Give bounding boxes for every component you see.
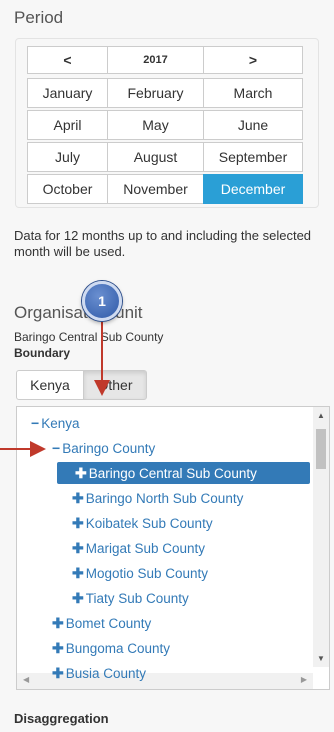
tree-vertical-scrollbar[interactable]: ▲ ▼ [313,407,329,667]
tree-node-label[interactable]: Bomet County [66,616,152,631]
tree-node[interactable]: − Kenya [17,412,79,434]
expand-icon[interactable]: ✚ [72,565,84,582]
tree-node[interactable]: ✚ Koibatek Sub County [17,512,213,534]
expand-icon[interactable]: ✚ [72,590,84,607]
tree-node[interactable]: ✚ Bomet County [17,612,151,634]
expand-icon[interactable]: ✚ [72,490,84,507]
chevron-left-icon: < [63,52,72,68]
month-february-button[interactable]: February [107,78,204,108]
tree-node[interactable]: ✚ Mogotio Sub County [17,562,208,584]
month-july-button[interactable]: July [27,142,108,172]
tree-node-label[interactable]: Baringo Central Sub County [89,466,257,481]
tree-node-label[interactable]: Koibatek Sub County [86,516,213,531]
org-unit-title: Organisation unit [14,303,143,322]
scrollbar-thumb[interactable] [316,429,326,469]
tree-node-label[interactable]: Mogotio Sub County [86,566,208,581]
tree-node[interactable]: − Baringo County [17,437,155,459]
expand-icon[interactable]: ✚ [52,640,64,657]
month-december-button[interactable]: December [203,174,303,204]
expand-icon[interactable]: ✚ [52,665,64,682]
scroll-up-icon[interactable]: ▲ [317,411,325,420]
expand-icon[interactable]: ✚ [72,540,84,557]
tree-node-label[interactable]: Bungoma County [66,641,170,656]
month-april-button[interactable]: April [27,110,108,140]
boundary-label: Boundary [14,346,71,360]
month-january-button[interactable]: January [27,78,108,108]
month-september-button[interactable]: September [203,142,303,172]
tree-node-label[interactable]: Marigat Sub County [86,541,205,556]
month-may-button[interactable]: May [107,110,204,140]
collapse-icon[interactable]: − [52,440,60,456]
boundary-kenya-button[interactable]: Kenya [16,370,84,400]
month-march-button[interactable]: March [203,78,303,108]
month-picker: < 2017 > January February March April May Jun… [15,38,319,208]
tree-node-label[interactable]: Kenya [41,416,79,431]
month-june-button[interactable]: June [203,110,303,140]
tree-node-label[interactable]: Busia County [66,666,146,681]
expand-icon[interactable]: ✚ [72,515,84,532]
chevron-right-icon: > [248,52,258,68]
month-november-button[interactable]: November [107,174,204,204]
tree-node[interactable]: ✚ Baringo Central Sub County [57,462,310,484]
tree-node-label[interactable]: Baringo North Sub County [86,491,244,506]
expand-icon[interactable]: ✚ [75,465,87,482]
expand-icon[interactable]: ✚ [52,615,64,632]
tree-node-label[interactable]: Baringo County [62,441,155,456]
prev-year-button[interactable]: < [27,46,108,74]
period-title: Period [14,8,64,27]
next-year-button[interactable]: > [203,46,303,74]
scroll-down-icon[interactable]: ▼ [317,654,325,663]
month-october-button[interactable]: October [27,174,108,204]
tree-node[interactable]: ✚ Baringo North Sub County [17,487,243,509]
step-callout-badge: 1 [82,281,122,321]
month-august-button[interactable]: August [107,142,204,172]
boundary-other-button[interactable]: Other [83,370,147,400]
org-unit-tree: ▲ ▼ ◀ ▶ − Kenya − Baringo County ✚ Baringo Ce… [16,406,330,690]
tree-node-label[interactable]: Tiaty Sub County [86,591,189,606]
selected-org-unit-name: Baringo Central Sub County [14,330,164,344]
tree-node[interactable]: ✚ Bungoma County [17,637,170,659]
tree-node[interactable]: ✚ Marigat Sub County [17,537,205,559]
year-label[interactable]: 2017 [107,46,204,74]
tree-node[interactable]: ✚ Busia County [17,662,146,684]
period-info-text: Data for 12 months up to and including t… [14,228,312,259]
collapse-icon[interactable]: − [31,415,39,431]
disaggregation-title: Disaggregation [14,711,109,726]
tree-node[interactable]: ✚ Tiaty Sub County [17,587,189,609]
scroll-right-icon[interactable]: ▶ [301,675,307,684]
